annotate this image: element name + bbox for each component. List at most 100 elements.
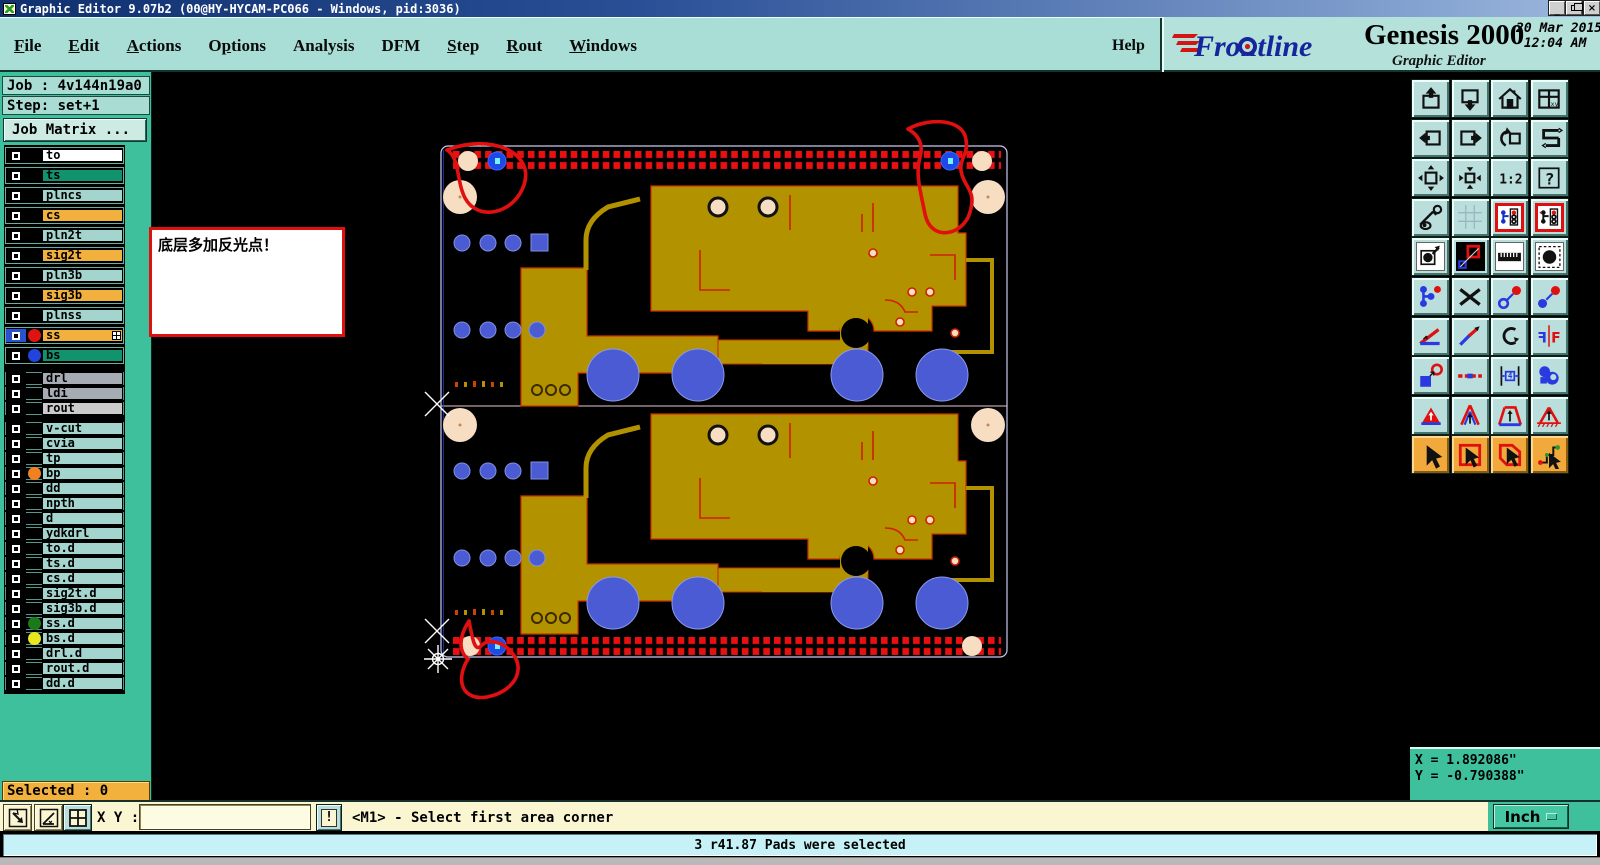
restore-button[interactable] xyxy=(1566,1,1583,15)
select-mode-polygon-button[interactable] xyxy=(1491,436,1528,474)
command-run-button[interactable]: ! xyxy=(317,805,341,830)
layer-row-to[interactable]: to xyxy=(5,147,124,164)
layer-name[interactable]: pln2t xyxy=(42,229,123,242)
layer-checkbox[interactable] xyxy=(6,632,26,645)
layer-checkbox[interactable] xyxy=(6,289,26,302)
delete-cross-button[interactable] xyxy=(1451,278,1489,315)
layer-row-ss[interactable]: ss xyxy=(5,327,124,344)
highlight-net-blue-button[interactable] xyxy=(1491,198,1528,236)
layer-checkbox[interactable] xyxy=(6,349,26,362)
view-slide-up-button[interactable] xyxy=(1412,80,1449,117)
menu-actions[interactable]: Actions xyxy=(127,36,182,56)
layer-checkbox[interactable] xyxy=(6,329,26,342)
layer-name[interactable]: dd.d xyxy=(42,677,123,690)
net-endpoints-button[interactable] xyxy=(1412,278,1449,315)
line-arrow-button[interactable] xyxy=(1451,317,1489,355)
pcb-viewport[interactable] xyxy=(152,72,1410,800)
layer-row-ydkdrl[interactable]: ydkdrl xyxy=(5,527,124,540)
job-matrix-button[interactable]: Job Matrix ... xyxy=(4,119,146,141)
layer-name[interactable]: v-cut xyxy=(42,422,123,435)
angle-snap-button[interactable] xyxy=(1412,317,1449,355)
layer-checkbox[interactable] xyxy=(6,309,26,322)
previous-view-button[interactable] xyxy=(1491,119,1528,157)
layer-name[interactable]: cs.d xyxy=(42,572,123,585)
layer-row-sig3b[interactable]: sig3b xyxy=(5,287,124,304)
layer-checkbox[interactable] xyxy=(6,572,26,585)
layer-name[interactable]: drl xyxy=(42,372,123,385)
layer-checkbox[interactable] xyxy=(6,269,26,282)
select-pad-button[interactable] xyxy=(1530,238,1568,276)
layer-name[interactable]: npth xyxy=(42,497,123,510)
layer-name[interactable]: rout xyxy=(42,402,123,415)
layer-name[interactable]: sig2t xyxy=(42,249,123,262)
view-slide-down-button[interactable] xyxy=(1451,80,1489,117)
menu-help[interactable]: Help xyxy=(1112,18,1145,73)
tri-hatched-arrow-button[interactable] xyxy=(1530,396,1568,434)
layer-row-sig2t[interactable]: sig2t xyxy=(5,247,124,264)
serpentine-route-button[interactable] xyxy=(1530,119,1568,157)
layer-name[interactable]: sig3b.d xyxy=(42,602,123,615)
layer-row-npth[interactable]: npth xyxy=(5,497,124,510)
layer-row-rout.d[interactable]: rout.d xyxy=(5,662,124,675)
select-mode-net-button[interactable] xyxy=(1530,436,1568,474)
layer-checkbox[interactable] xyxy=(6,617,26,630)
layer-checkbox[interactable] xyxy=(6,249,26,262)
tri-outline-arrow-button[interactable] xyxy=(1451,396,1489,434)
move-open-circle-button[interactable] xyxy=(1491,278,1528,315)
minimize-button[interactable]: _ xyxy=(1549,1,1565,16)
layer-name[interactable]: d xyxy=(42,512,123,525)
layer-name[interactable]: bp xyxy=(42,467,123,480)
layer-checkbox[interactable] xyxy=(6,647,26,660)
pan-center-button[interactable] xyxy=(1451,159,1489,197)
layer-checkbox[interactable] xyxy=(6,587,26,600)
grid-cell-icon[interactable] xyxy=(64,805,91,830)
layer-name[interactable]: sig2t.d xyxy=(42,587,123,600)
layer-name[interactable]: bs.d xyxy=(42,632,123,645)
layer-row-drl.d[interactable]: drl.d xyxy=(5,647,124,660)
layer-checkbox[interactable] xyxy=(6,372,26,385)
window-xy-button[interactable]: xy xyxy=(1530,80,1568,117)
menu-file[interactable]: File xyxy=(14,36,41,56)
rotate-button[interactable] xyxy=(1491,317,1528,355)
layer-name[interactable]: sig3b xyxy=(42,289,123,302)
tri-flat-arrow-button[interactable] xyxy=(1491,396,1528,434)
home-view-button[interactable] xyxy=(1491,80,1528,117)
layer-row-cvia[interactable]: cvia xyxy=(5,437,124,450)
menu-options[interactable]: Options xyxy=(208,36,266,56)
merge-shapes-button[interactable] xyxy=(1530,357,1568,395)
move-solid-circle-button[interactable] xyxy=(1530,278,1568,315)
layer-checkbox[interactable] xyxy=(6,437,26,450)
select-mode-point-button[interactable] xyxy=(1412,436,1449,474)
layer-row-sig3b.d[interactable]: sig3b.d xyxy=(5,602,124,615)
layer-name[interactable]: dd xyxy=(42,482,123,495)
layer-checkbox[interactable] xyxy=(6,209,26,222)
close-button[interactable]: × xyxy=(1584,1,1600,15)
layer-row-tp[interactable]: tp xyxy=(5,452,124,465)
layer-row-plncs[interactable]: plncs xyxy=(5,187,124,204)
layer-row-bs.d[interactable]: bs.d xyxy=(5,632,124,645)
layer-row-ts.d[interactable]: ts.d xyxy=(5,557,124,570)
layer-checkbox[interactable] xyxy=(6,169,26,182)
layer-name[interactable]: drl.d xyxy=(42,647,123,660)
menu-step[interactable]: Step xyxy=(447,36,479,56)
layer-name[interactable]: rout.d xyxy=(42,662,123,675)
pcb-canvas[interactable] xyxy=(152,72,1410,800)
layer-name[interactable]: to xyxy=(42,149,123,162)
copy-circle-button[interactable] xyxy=(1412,238,1449,276)
tri-solid-arrow-button[interactable] xyxy=(1412,396,1449,434)
layer-name[interactable]: bs xyxy=(42,349,123,362)
setup-tools-button[interactable] xyxy=(1412,198,1449,236)
layer-row-d[interactable]: d xyxy=(5,512,124,525)
layer-checkbox[interactable] xyxy=(6,467,26,480)
layer-name[interactable]: plncs xyxy=(42,189,123,202)
layer-row-sig2t.d[interactable]: sig2t.d xyxy=(5,587,124,600)
layer-row-pln2t[interactable]: pln2t xyxy=(5,227,124,244)
layer-row-plnss[interactable]: plnss xyxy=(5,307,124,324)
layer-name[interactable]: cvia xyxy=(42,437,123,450)
layer-name[interactable]: plnss xyxy=(42,309,123,322)
layer-checkbox[interactable] xyxy=(6,189,26,202)
layer-name[interactable]: cs xyxy=(42,209,123,222)
layer-name[interactable]: ts.d xyxy=(42,557,123,570)
layer-name[interactable]: ldi xyxy=(42,387,123,400)
layer-row-ts[interactable]: ts xyxy=(5,167,124,184)
